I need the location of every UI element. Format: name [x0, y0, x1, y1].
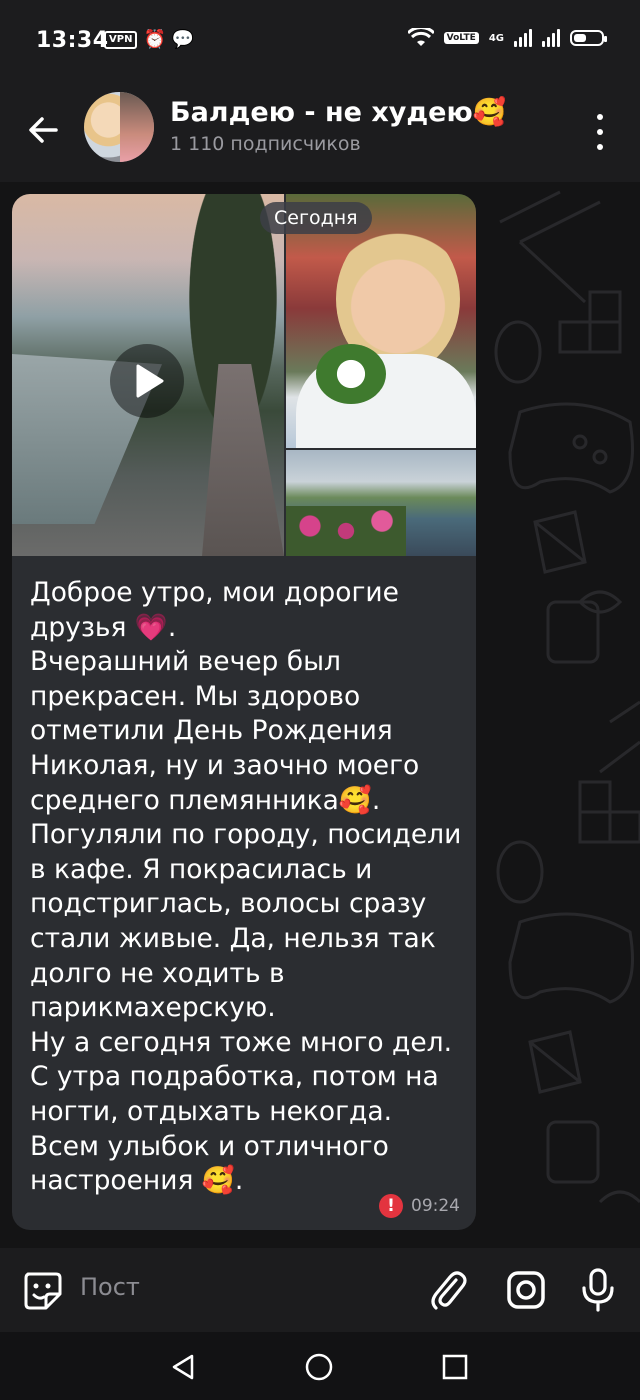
- channel-header: Балдею - не худею🥰 1 110 подписчиков: [0, 84, 640, 182]
- photo-riverside[interactable]: [286, 450, 476, 556]
- vpn-icon: VPN: [104, 31, 138, 49]
- alarm-icon: ⏰: [143, 29, 166, 50]
- image-flowers: [316, 344, 386, 404]
- subscriber-count: 1 110 подписчиков: [170, 133, 361, 155]
- message-meta: ! 09:24: [379, 1194, 460, 1218]
- chat-area[interactable]: Сегодня Доброе утро, мои дорогие друзья …: [0, 182, 640, 1248]
- status-bar: 13:34 VPN ⏰ 💬 VoLTE 4G: [0, 0, 640, 84]
- camera-button[interactable]: [504, 1268, 548, 1312]
- date-separator: Сегодня: [260, 202, 372, 234]
- video-thumbnail[interactable]: [12, 194, 284, 556]
- play-icon: [136, 364, 164, 398]
- status-right-icons: VoLTE 4G: [407, 28, 607, 48]
- camera-icon: [507, 1271, 545, 1309]
- sticker-icon: [24, 1272, 62, 1310]
- attach-button[interactable]: [428, 1268, 468, 1312]
- channel-post-bubble[interactable]: Сегодня Доброе утро, мои дорогие друзья …: [12, 194, 476, 1230]
- wifi-icon: [407, 28, 434, 46]
- nav-back-icon[interactable]: [168, 1352, 198, 1382]
- system-nav-bar: [0, 1332, 640, 1400]
- signal-icon-2: [542, 29, 560, 47]
- image-blooms: [286, 506, 406, 556]
- play-button[interactable]: [110, 344, 184, 418]
- paperclip-icon: [431, 1271, 467, 1310]
- status-time: 13:34: [36, 28, 109, 53]
- message-time: 09:24: [411, 1196, 460, 1216]
- post-text: Доброе утро, мои дорогие друзья 💗. Вчера…: [30, 577, 462, 1197]
- channel-avatar[interactable]: [84, 92, 154, 162]
- more-vert-icon[interactable]: [588, 110, 612, 154]
- sticker-button[interactable]: [20, 1268, 64, 1312]
- mic-button[interactable]: [578, 1266, 618, 1314]
- network-type-label: 4G: [488, 32, 504, 44]
- channel-title[interactable]: Балдею - не худею🥰: [170, 96, 506, 128]
- volte-icon: VoLTE: [443, 32, 479, 44]
- arrow-left-icon: [29, 117, 58, 143]
- battery-icon: [570, 30, 607, 46]
- mic-icon: [582, 1268, 614, 1312]
- composer-bar: [0, 1248, 640, 1332]
- status-left-icons: VPN ⏰ 💬: [104, 30, 194, 50]
- chat-bubble-icon: 💬: [171, 29, 195, 50]
- nav-home-icon[interactable]: [304, 1352, 334, 1382]
- back-button[interactable]: [22, 108, 66, 152]
- error-icon[interactable]: !: [379, 1194, 403, 1218]
- nav-recents-icon[interactable]: [442, 1354, 468, 1380]
- signal-icon-1: [514, 29, 532, 47]
- post-input[interactable]: [78, 1272, 382, 1302]
